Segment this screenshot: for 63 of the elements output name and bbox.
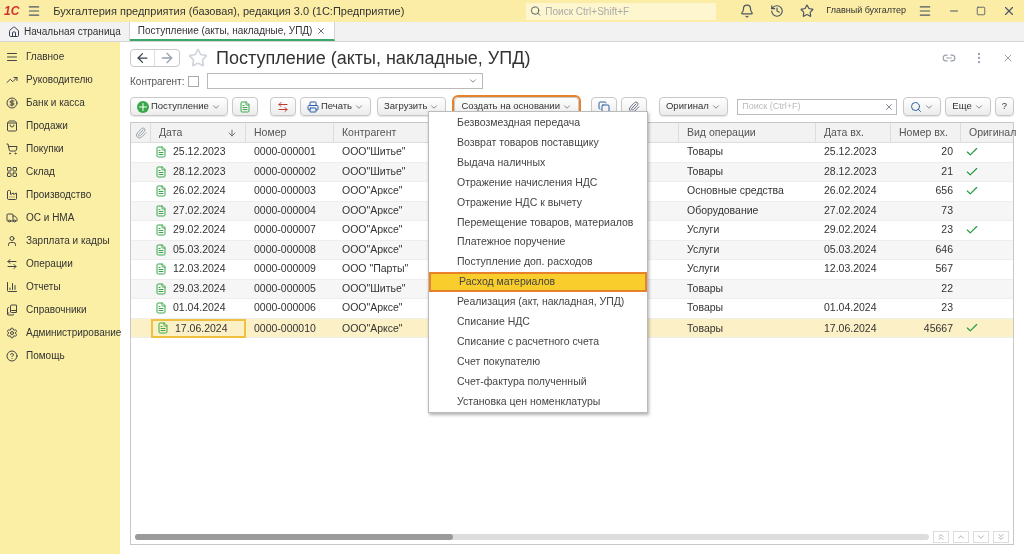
table-cell-text: ООО"Арксе" xyxy=(342,222,403,238)
table-cell-text: 25.12.2023 xyxy=(824,144,877,160)
table-cell-text: Товары xyxy=(687,163,724,179)
table-cell-text: 26.02.2024 xyxy=(824,183,877,199)
table-cell-text: ООО"Арксе" xyxy=(342,183,403,199)
table-cell-text: 656 xyxy=(935,183,953,199)
table-cell-text: 20 xyxy=(941,144,953,160)
table-cell-text: 0000-000003 xyxy=(254,183,316,199)
table-cell-text: 17.06.2024 xyxy=(824,320,877,336)
table-cell-text: ООО "Парты" xyxy=(342,261,409,277)
table-cell-text: ООО"Арксе" xyxy=(342,320,403,336)
table-cell-text: 646 xyxy=(935,241,953,257)
table-cell-text: 28.12.2023 xyxy=(824,163,877,179)
table-cell-text: Услуги xyxy=(687,261,720,277)
table-cell-text: Товары xyxy=(687,280,724,296)
table-cell-text: 28.12.2023 xyxy=(173,163,226,179)
table-cell-text: 25.12.2023 xyxy=(173,144,226,160)
table-cell-text: 05.03.2024 xyxy=(173,241,226,257)
table-cell-text: 29.02.2024 xyxy=(824,222,877,238)
app-logo: 1С xyxy=(4,3,20,20)
field-label: Контрагент: xyxy=(130,74,185,89)
table-cell-text: ООО"Арксе" xyxy=(342,241,403,257)
table-cell-text: 0000-000010 xyxy=(254,320,316,336)
table-cell-text: ООО"Арксе" xyxy=(342,300,403,316)
table-cell-text: Оборудование xyxy=(687,202,759,218)
table-cell-text: Услуги xyxy=(687,241,720,257)
table-cell-text: Товары xyxy=(687,320,724,336)
table-cell-text: 12.03.2024 xyxy=(824,261,877,277)
table-cell-text: 27.02.2024 xyxy=(824,202,877,218)
table-cell-text: 0000-000009 xyxy=(254,261,316,277)
table-cell-text: 0000-000001 xyxy=(254,144,316,160)
table-cell-text: 0000-000004 xyxy=(254,202,316,218)
form-title: Поступление (акты, накладные, УПД) xyxy=(216,46,531,70)
table-cell-text: 01.04.2024 xyxy=(173,300,226,316)
table-cell-text: Основные средства xyxy=(687,183,784,199)
table-cell-text: 567 xyxy=(935,261,953,277)
table-cell-text: Услуги xyxy=(687,222,720,238)
table-cell-text: ООО"Шитье" xyxy=(342,280,406,296)
table-cell-text: 23 xyxy=(941,222,953,238)
table-cell-text: ООО"Арксе" xyxy=(342,202,403,218)
table-cell-text: ООО"Шитье" xyxy=(342,163,406,179)
table-cell-text: 22 xyxy=(941,280,953,296)
table-cell-text: 05.03.2024 xyxy=(824,241,877,257)
table-cell-text: Товары xyxy=(687,144,724,160)
table-cell-text: 0000-000002 xyxy=(254,163,316,179)
table-cell-text: 0000-000007 xyxy=(254,222,316,238)
table-cell-text: Товары xyxy=(687,300,724,316)
table-cell-text: 17.06.2024 xyxy=(175,320,228,336)
table-cell-text: 26.02.2024 xyxy=(173,183,226,199)
table-cell-text: 21 xyxy=(941,163,953,179)
table-cell-text: 29.02.2024 xyxy=(173,222,226,238)
table-cell-text: 0000-000006 xyxy=(254,300,316,316)
table-cell-text: 29.03.2024 xyxy=(173,280,226,296)
table-cell-text: 0000-000008 xyxy=(254,241,316,257)
table-cell-text: 27.02.2024 xyxy=(173,202,226,218)
window-title: Бухгалтерия предприятия (базовая), редакция 3.0 (1С:Предприятие) xyxy=(53,3,405,19)
table-cell-text: 45667 xyxy=(923,320,953,336)
table-cell-text: 73 xyxy=(941,202,953,218)
table-cell-text: 23 xyxy=(941,300,953,316)
table-cell-text: 0000-000005 xyxy=(254,280,316,296)
table-cell-text: 01.04.2024 xyxy=(824,300,877,316)
table-cell-text: ООО"Шитье" xyxy=(342,144,406,160)
table-cell-text: 12.03.2024 xyxy=(173,261,226,277)
